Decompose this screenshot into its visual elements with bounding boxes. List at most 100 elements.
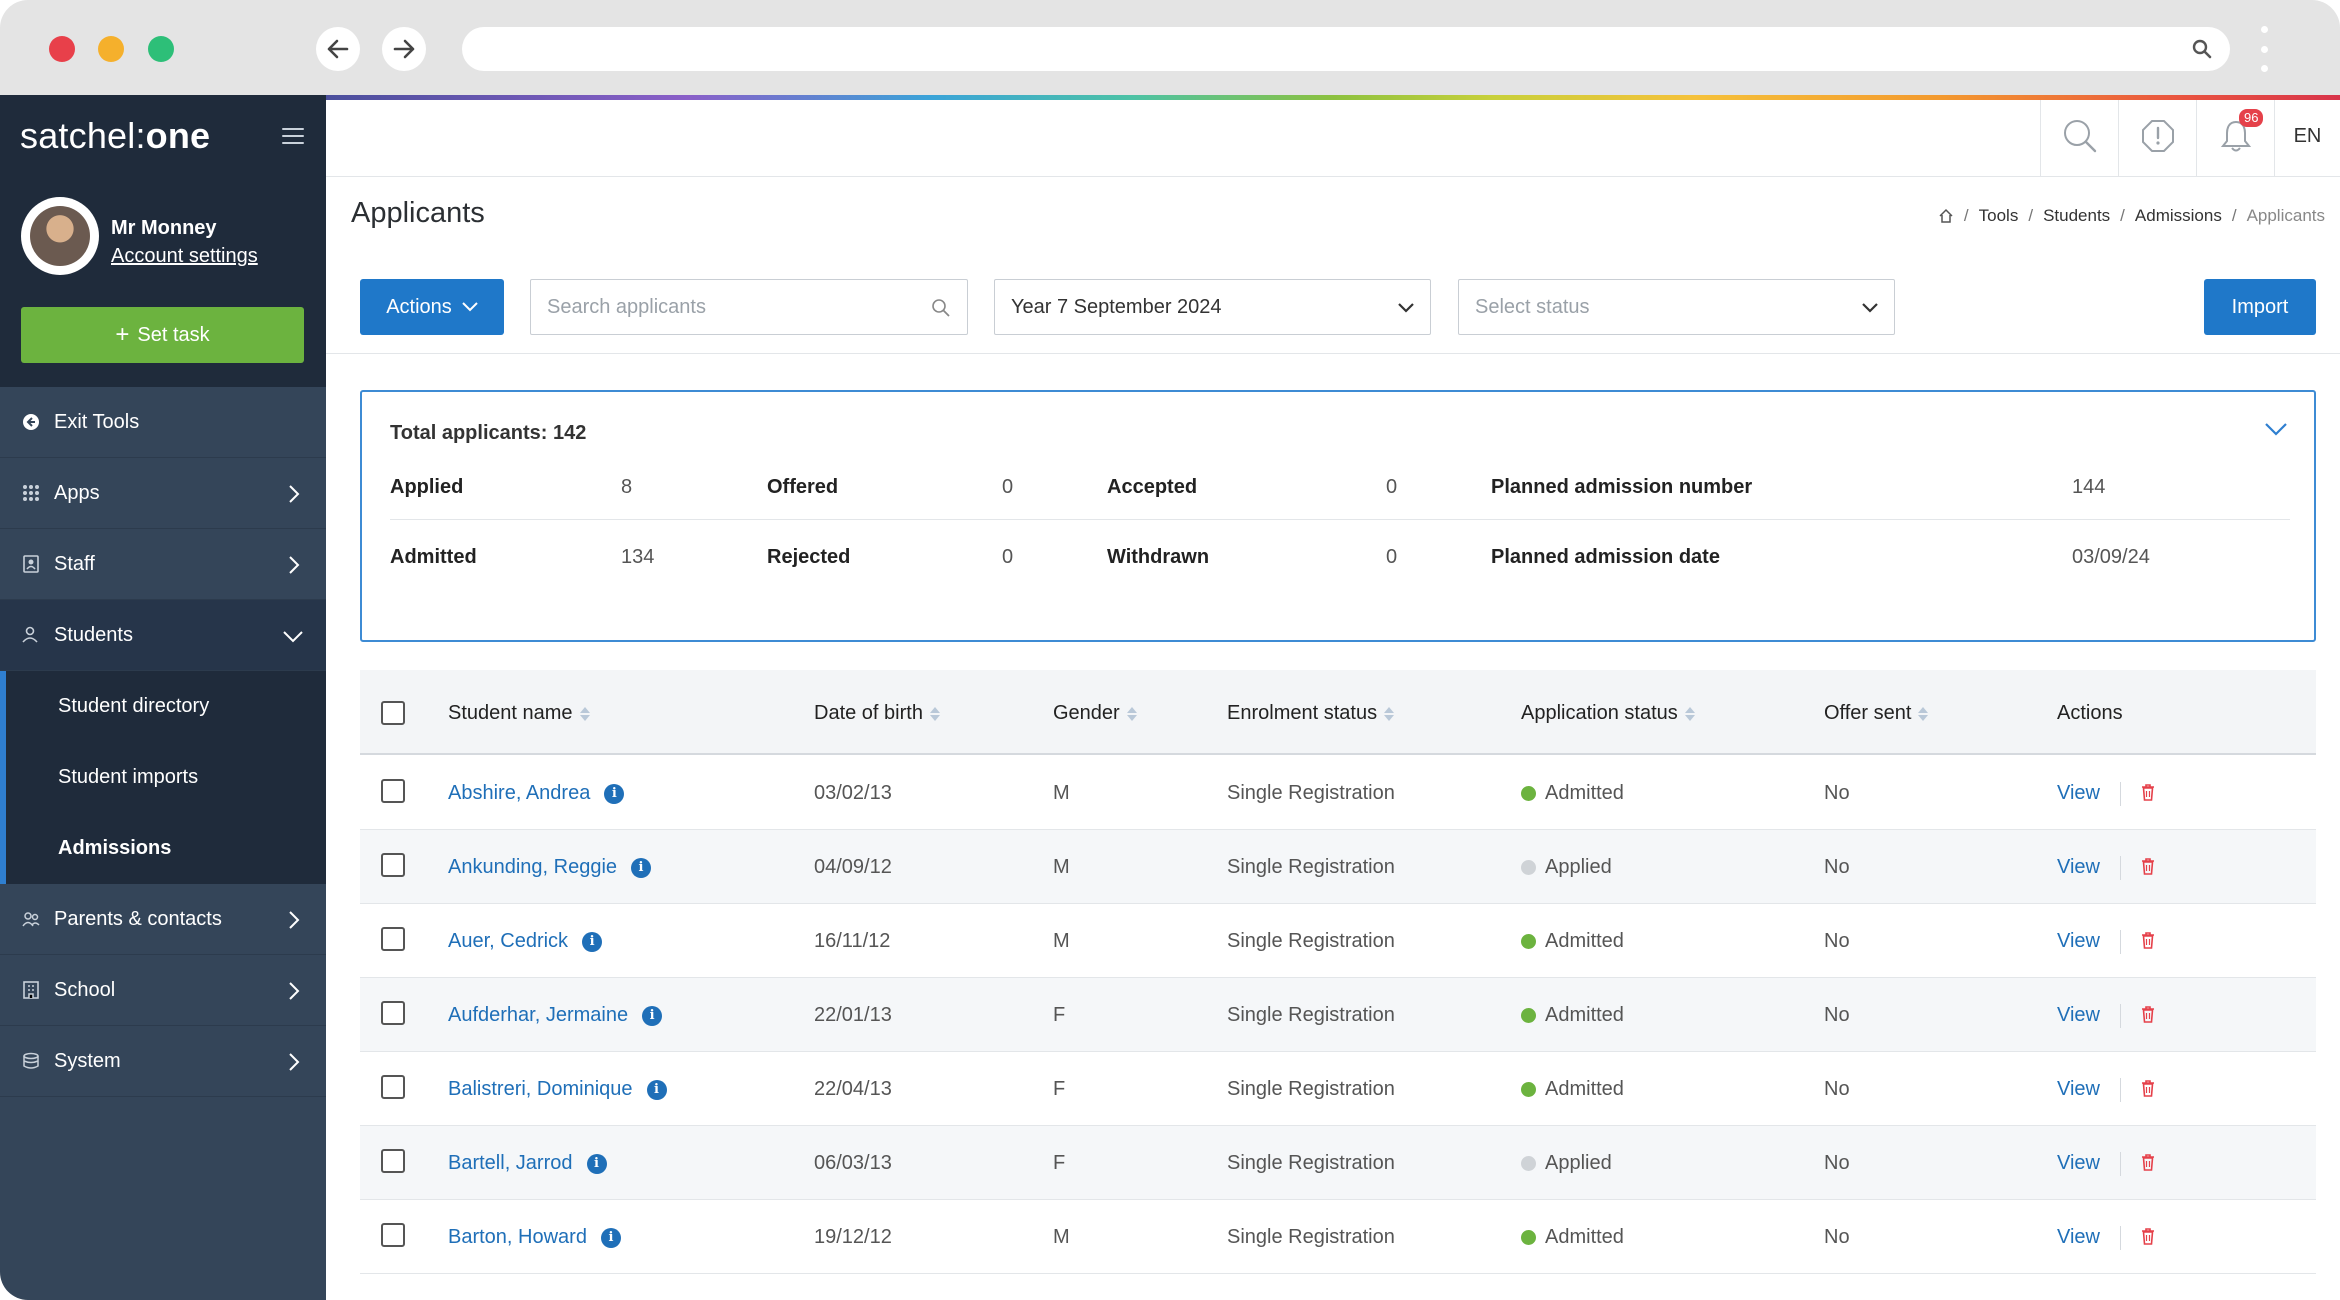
notifications-button[interactable]: 96 [2196,95,2274,177]
row-checkbox[interactable] [381,1223,405,1247]
trash-icon[interactable] [2141,1005,2155,1023]
sort-icon [1918,706,1929,721]
window-maximize-button[interactable] [148,36,174,62]
browser-back-button[interactable] [316,27,360,71]
sidebar-item-student-directory[interactable]: Student directory [6,671,326,742]
rejected-value: 0 [1002,546,1014,568]
info-icon[interactable]: i [582,931,603,952]
row-checkbox[interactable] [381,853,405,877]
trash-icon[interactable] [2141,1227,2155,1245]
collapse-summary-icon[interactable] [2264,422,2288,436]
table-row: Barton, Howard i 19/12/12 M Single Registrat… [360,1200,2316,1274]
column-gender[interactable]: Gender [1053,702,1137,725]
accepted-label: Accepted [1107,476,1198,498]
trash-icon[interactable] [2141,1079,2155,1097]
rejected-label: Rejected [767,546,851,568]
column-date-of-birth[interactable]: Date of birth [814,702,940,725]
row-checkbox[interactable] [381,1075,405,1099]
date-of-birth: 04/09/12 [814,856,892,878]
row-checkbox[interactable] [381,779,405,803]
info-icon[interactable]: i [646,1079,667,1100]
breadcrumb: / Tools / Students / Admissions / Applic… [1938,206,2325,226]
global-search-button[interactable] [2040,95,2118,177]
view-link[interactable]: View [2057,1226,2100,1249]
column-enrolment-status[interactable]: Enrolment status [1227,702,1395,725]
gender: F [1053,1078,1066,1100]
student-name-link[interactable]: Balistreri, Dominique i [448,1078,667,1101]
sidebar-item-admissions[interactable]: Admissions [6,813,326,884]
trash-icon[interactable] [2141,1153,2155,1171]
student-name-link[interactable]: Bartell, Jarrod i [448,1152,607,1175]
home-icon[interactable] [1938,208,1954,224]
window-minimize-button[interactable] [98,36,124,62]
breadcrumb-students[interactable]: Students [2043,206,2110,226]
info-icon[interactable]: i [642,1005,663,1026]
row-checkbox[interactable] [381,1149,405,1173]
trash-icon[interactable] [2141,783,2155,801]
sidebar-item-school[interactable]: School [0,955,326,1026]
gender: M [1053,856,1070,878]
alerts-button[interactable] [2118,95,2196,177]
breadcrumb-tools[interactable]: Tools [1979,206,2019,226]
trash-icon[interactable] [2141,857,2155,875]
gender: M [1053,782,1070,804]
application-status: Applied [1521,856,1612,879]
table-row: Balistreri, Dominique i 22/04/13 F Single Re… [360,1052,2316,1126]
breadcrumb-admissions[interactable]: Admissions [2135,206,2222,226]
student-name-link[interactable]: Abshire, Andrea i [448,782,625,805]
status-dot-icon [1521,1008,1536,1023]
admitted-label: Admitted [390,546,477,568]
student-name-link[interactable]: Auer, Cedrick i [448,930,603,953]
divider [2120,782,2121,806]
row-checkbox[interactable] [381,927,405,951]
student-name-link[interactable]: Aufderhar, Jermaine i [448,1004,663,1027]
chevron-right-icon [289,485,300,503]
year-select[interactable]: Year 7 September 2024 [994,279,1431,335]
applied-value: 8 [621,476,633,498]
import-button[interactable]: Import [2204,279,2316,335]
status-select[interactable]: Select status [1458,279,1895,335]
actions-button[interactable]: Actions [360,279,504,335]
trash-icon[interactable] [2141,931,2155,949]
info-icon[interactable]: i [600,1227,621,1248]
app: satchel:one Mr Monney Account settings +… [0,95,2340,1300]
select-all-checkbox[interactable] [381,701,405,725]
set-task-button[interactable]: + Set task [21,307,304,363]
sidebar-item-students[interactable]: Students [0,600,326,671]
offer-sent: No [1824,1226,1850,1248]
browser-menu-icon[interactable] [2259,26,2269,72]
address-bar[interactable] [462,27,2230,71]
info-icon[interactable]: i [604,783,625,804]
logo[interactable]: satchel:one [20,115,210,157]
hamburger-menu-icon[interactable] [282,128,304,144]
sidebar-item-system[interactable]: System [0,1026,326,1097]
sidebar-item-parents-contacts[interactable]: Parents & contacts [0,884,326,955]
view-link[interactable]: View [2057,1152,2100,1175]
column-application-status[interactable]: Application status [1521,702,1695,725]
view-link[interactable]: View [2057,1004,2100,1027]
student-name-link[interactable]: Barton, Howard i [448,1226,621,1249]
info-icon[interactable]: i [586,1153,607,1174]
sidebar-item-exit-tools[interactable]: Exit Tools [0,387,326,458]
info-icon[interactable]: i [631,857,652,878]
account-settings-link[interactable]: Account settings [111,245,258,268]
user-name: Mr Monney [111,217,217,239]
browser-forward-button[interactable] [382,27,426,71]
language-selector[interactable]: EN [2274,95,2340,177]
offer-sent: No [1824,856,1850,878]
student-name-link[interactable]: Ankunding, Reggie i [448,856,652,879]
browser-chrome [0,0,2340,95]
view-link[interactable]: View [2057,856,2100,879]
sidebar-item-student-imports[interactable]: Student imports [6,742,326,813]
window-close-button[interactable] [49,36,75,62]
column-offer-sent[interactable]: Offer sent [1824,702,1929,725]
view-link[interactable]: View [2057,930,2100,953]
view-link[interactable]: View [2057,782,2100,805]
row-checkbox[interactable] [381,1001,405,1025]
view-link[interactable]: View [2057,1078,2100,1101]
sidebar-item-apps[interactable]: Apps [0,458,326,529]
column-student-name[interactable]: Student name [448,702,590,725]
search-input[interactable]: Search applicants [530,279,968,335]
table-row: Abshire, Andrea i 03/02/13 M Single Registra… [360,756,2316,830]
sidebar-item-staff[interactable]: Staff [0,529,326,600]
